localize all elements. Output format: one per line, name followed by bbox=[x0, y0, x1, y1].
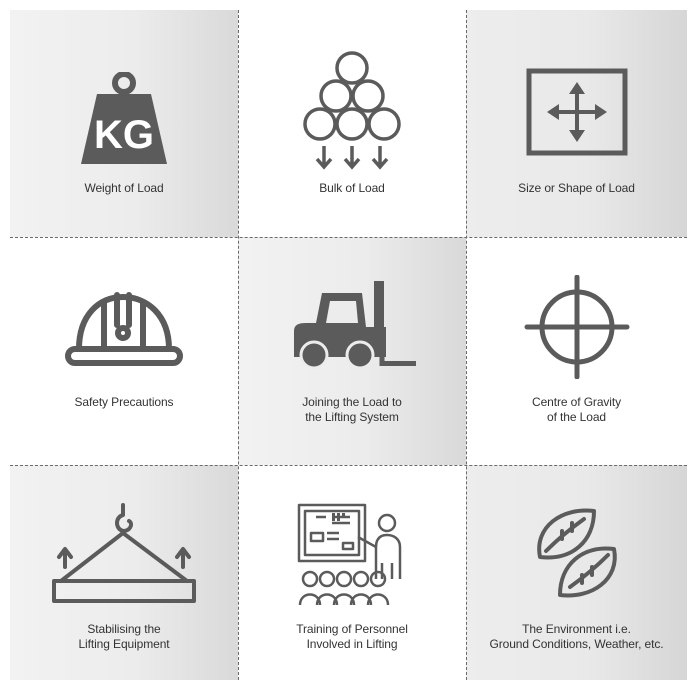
label-line1: Size or Shape of Load bbox=[518, 181, 635, 195]
horizontal-divider bbox=[10, 237, 687, 238]
label-line1: Joining the Load to bbox=[302, 395, 402, 409]
label-line1: Centre of Gravity bbox=[532, 395, 621, 409]
horizontal-divider bbox=[10, 465, 687, 466]
move-arrows-icon bbox=[526, 68, 627, 156]
label-joining: Joining the Load to the Lifting System bbox=[238, 395, 466, 425]
label-training: Training of Personnel Involved in Liftin… bbox=[238, 622, 466, 652]
label-weight: Weight of Load bbox=[10, 181, 238, 196]
label-line2: Lifting Equipment bbox=[78, 637, 170, 651]
label-line1: Training of Personnel bbox=[296, 622, 408, 636]
label-centre: Centre of Gravity of the Load bbox=[466, 395, 687, 425]
crosshair-icon bbox=[524, 275, 629, 379]
label-line1: The Environment i.e. bbox=[522, 622, 631, 636]
label-line2: Involved in Lifting bbox=[306, 637, 398, 651]
hard-hat-icon bbox=[65, 292, 183, 366]
kg-text: KG bbox=[94, 113, 154, 157]
label-bulk: Bulk of Load bbox=[238, 181, 466, 196]
label-line2: the Lifting System bbox=[305, 410, 399, 424]
label-environment: The Environment i.e. Ground Conditions, … bbox=[466, 622, 687, 652]
cell-safety-precautions: Safety Precautions bbox=[10, 237, 238, 465]
label-line1: Weight of Load bbox=[84, 181, 164, 195]
label-line1: Bulk of Load bbox=[319, 181, 385, 195]
crane-hook-load-icon bbox=[52, 503, 196, 603]
vertical-divider bbox=[238, 10, 239, 680]
label-stabilising: Stabilising the Lifting Equipment bbox=[10, 622, 238, 652]
vertical-divider bbox=[466, 10, 467, 680]
cell-joining-load: Joining the Load to the Lifting System bbox=[238, 237, 466, 465]
forklift-icon bbox=[294, 281, 416, 370]
cell-training: Training of Personnel Involved in Liftin… bbox=[238, 465, 466, 680]
label-size: Size or Shape of Load bbox=[466, 181, 687, 196]
label-line1: Safety Precautions bbox=[74, 395, 174, 409]
cell-environment: The Environment i.e. Ground Conditions, … bbox=[466, 465, 687, 680]
label-line1: Stabilising the bbox=[87, 622, 161, 636]
label-line2: Ground Conditions, Weather, etc. bbox=[489, 637, 664, 651]
cell-bulk-of-load: Bulk of Load bbox=[238, 10, 466, 237]
factors-grid: KG Weight of Load Bulk of Load Size or S… bbox=[0, 0, 697, 688]
weight-kg-icon: KG bbox=[81, 72, 167, 164]
cell-weight-of-load: KG Weight of Load bbox=[10, 10, 238, 237]
presentation-audience-icon bbox=[297, 503, 402, 606]
label-line2: of the Load bbox=[547, 410, 606, 424]
cell-stabilising: Stabilising the Lifting Equipment bbox=[10, 465, 238, 680]
cell-centre-of-gravity: Centre of Gravity of the Load bbox=[466, 237, 687, 465]
label-safety: Safety Precautions bbox=[10, 395, 238, 410]
leaves-environment-icon bbox=[536, 508, 617, 598]
cell-size-or-shape: Size or Shape of Load bbox=[466, 10, 687, 237]
stacked-pipes-icon bbox=[303, 51, 401, 170]
